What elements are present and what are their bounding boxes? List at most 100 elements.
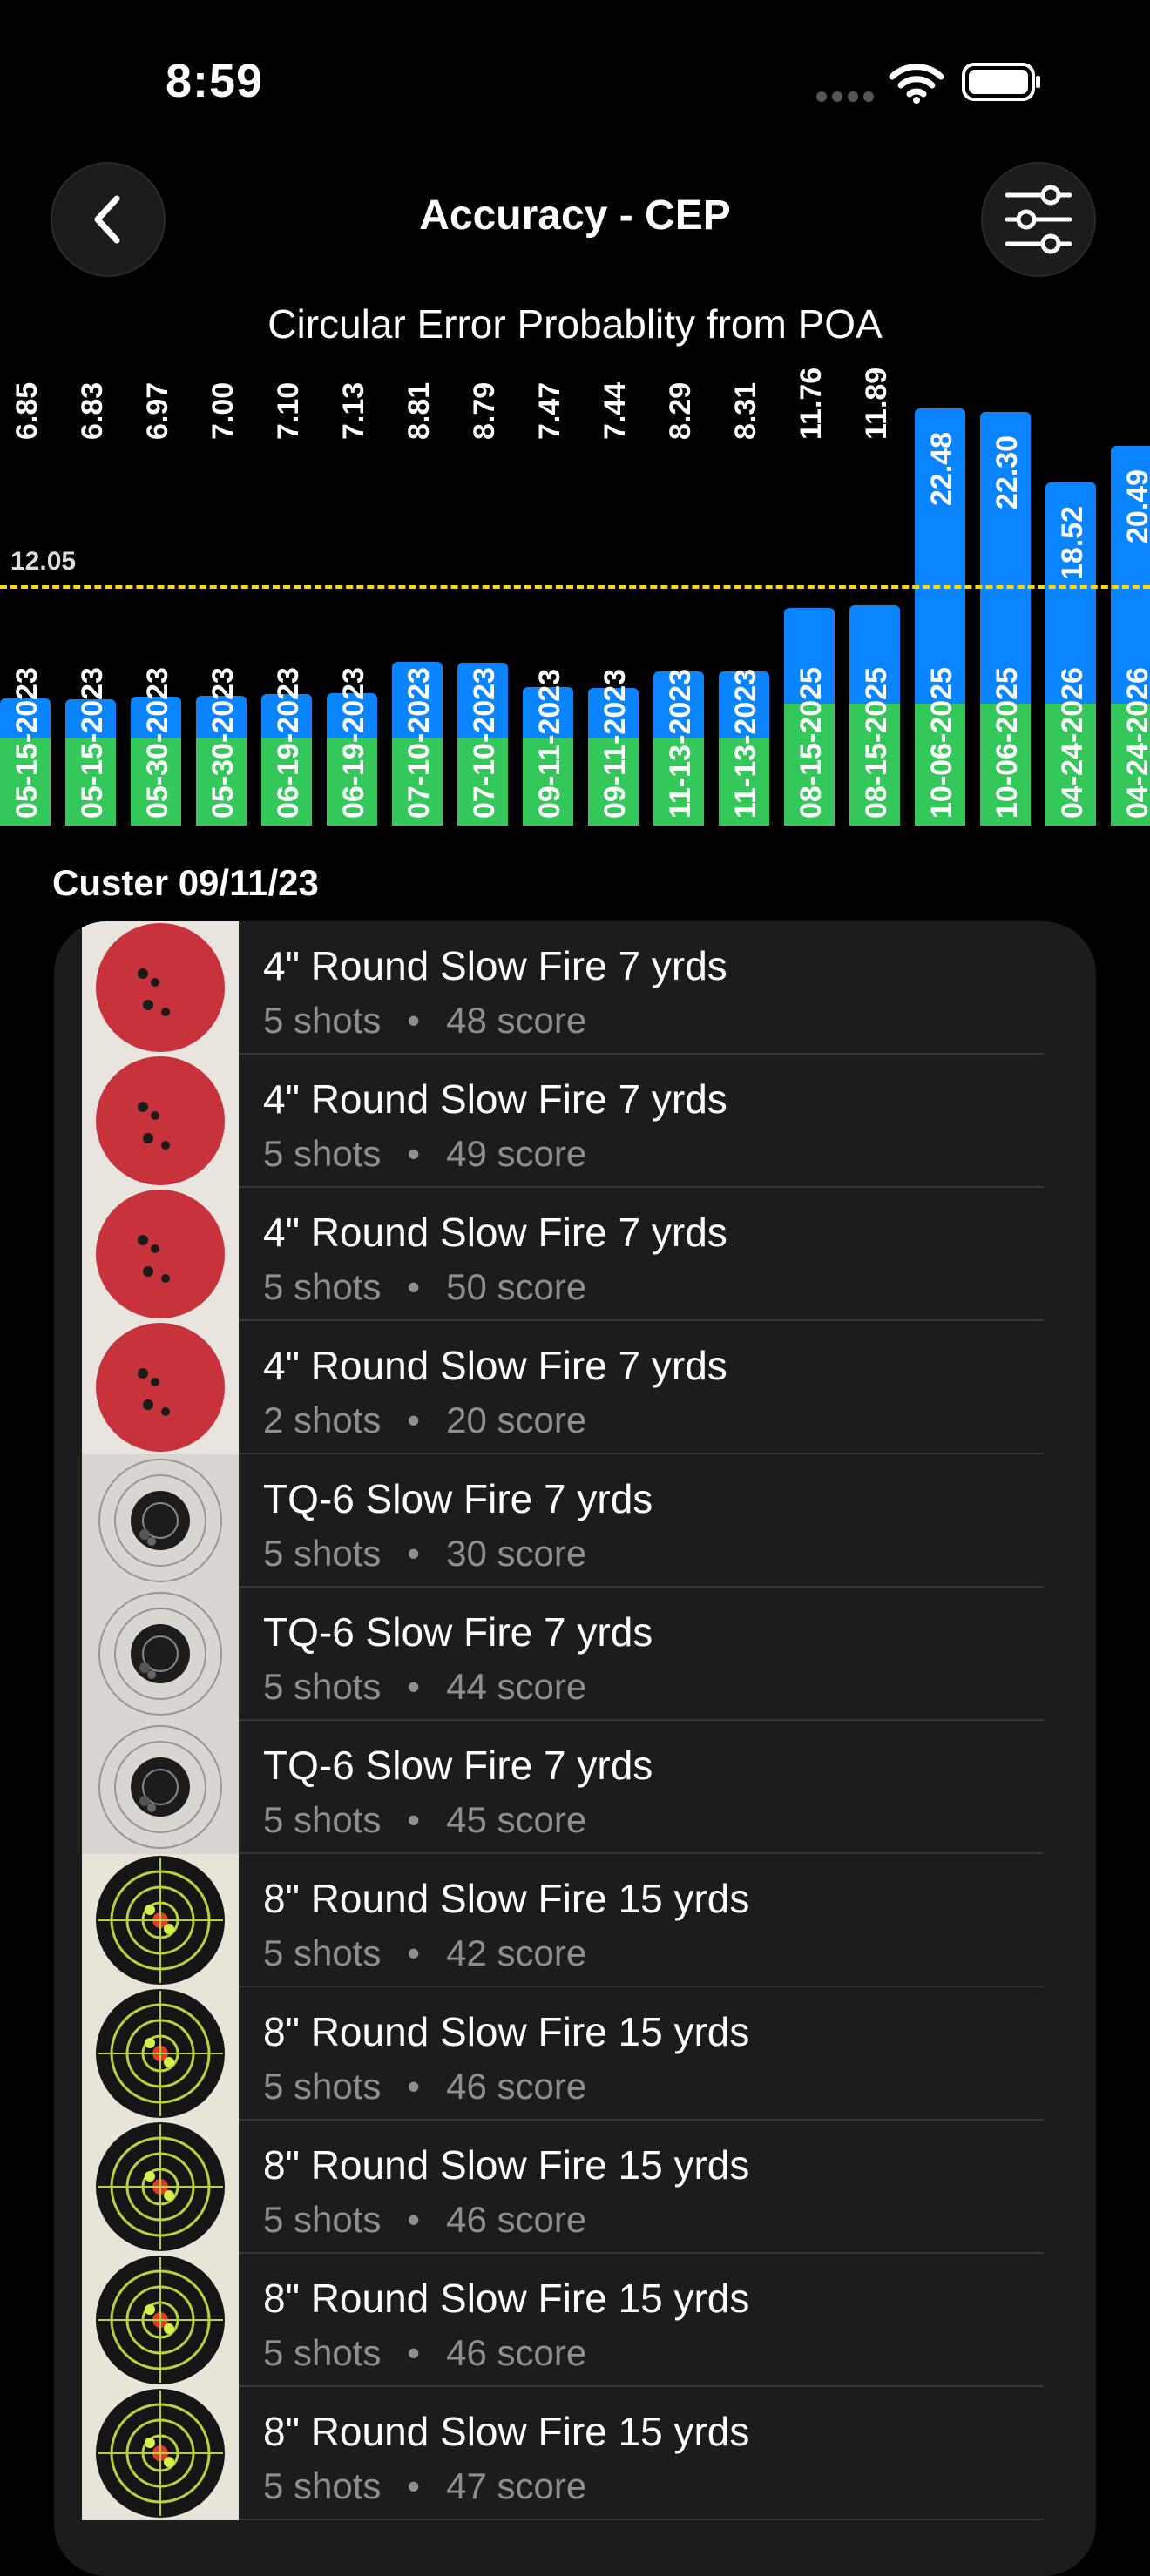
list-item[interactable]: 8" Round Slow Fire 15 yrds 5 shots • 42 sco… bbox=[54, 1854, 1096, 1987]
bar-date-label: 05-30-2023 bbox=[206, 667, 240, 819]
bar: 7.10 06-19-2023 bbox=[261, 300, 312, 826]
list-item[interactable]: 8" Round Slow Fire 15 yrds 5 shots • 46 sco… bbox=[54, 2254, 1096, 2387]
session-subtitle: 5 shots • 46 score bbox=[263, 2199, 586, 2241]
target-thumbnail bbox=[82, 2254, 239, 2387]
bar-value-label: 8.29 bbox=[664, 381, 697, 440]
bar: 11.76 08-15-2025 bbox=[784, 300, 835, 826]
target-thumbnail bbox=[82, 1321, 239, 1454]
session-title: 4" Round Slow Fire 7 yrds bbox=[263, 943, 727, 988]
bar-value-label: 11.89 bbox=[860, 367, 893, 440]
separator-dot: • bbox=[407, 1666, 421, 1707]
bar: 20.49 04-24-2026 bbox=[1111, 300, 1150, 826]
score-value: 20 score bbox=[446, 1399, 587, 1440]
bar: 8.79 07-10-2023 bbox=[457, 300, 508, 826]
bar-value-label: 6.97 bbox=[141, 381, 174, 440]
bar-value-label: 7.00 bbox=[206, 381, 240, 440]
bar-value-label: 7.10 bbox=[272, 381, 305, 440]
bar-date-label: 11-13-2023 bbox=[729, 668, 762, 819]
separator-dot: • bbox=[407, 2199, 421, 2240]
row-divider bbox=[239, 2519, 1044, 2520]
bar: 6.97 05-30-2023 bbox=[131, 300, 181, 826]
shot-count: 5 shots bbox=[263, 1932, 382, 1973]
score-value: 44 score bbox=[446, 1666, 587, 1707]
shot-count: 5 shots bbox=[263, 1799, 382, 1840]
bar-value-label: 22.30 bbox=[991, 435, 1024, 510]
bar-date-label: 05-15-2023 bbox=[10, 667, 44, 819]
list-item[interactable]: 4" Round Slow Fire 7 yrds 5 shots • 48 scor… bbox=[54, 921, 1096, 1055]
shot-count: 5 shots bbox=[263, 2465, 382, 2506]
target-thumbnail bbox=[82, 1188, 239, 1321]
bar-value-label: 6.85 bbox=[10, 381, 44, 440]
score-value: 42 score bbox=[446, 1932, 587, 1973]
bar-value-label: 11.76 bbox=[795, 367, 828, 440]
list-item[interactable]: TQ-6 Slow Fire 7 yrds 5 shots • 30 score bbox=[54, 1454, 1096, 1588]
bar: 7.44 09-11-2023 bbox=[588, 300, 639, 826]
list-item[interactable]: 4" Round Slow Fire 7 yrds 5 shots • 49 scor… bbox=[54, 1055, 1096, 1188]
score-value: 47 score bbox=[446, 2465, 587, 2506]
bar-value-label: 8.79 bbox=[468, 381, 501, 440]
bar-value-label: 8.31 bbox=[729, 381, 762, 440]
bar-date-label: 06-19-2023 bbox=[272, 667, 305, 819]
session-subtitle: 5 shots • 42 score bbox=[263, 1932, 586, 1974]
bar-value-label: 7.47 bbox=[533, 381, 566, 440]
list-item[interactable]: 8" Round Slow Fire 15 yrds 5 shots • 47 sco… bbox=[54, 2387, 1096, 2520]
session-subtitle: 5 shots • 30 score bbox=[263, 1533, 586, 1575]
separator-dot: • bbox=[407, 1533, 421, 1574]
score-value: 50 score bbox=[446, 1266, 587, 1307]
bar-date-label: 05-15-2023 bbox=[76, 667, 109, 819]
session-subtitle: 5 shots • 46 score bbox=[263, 2332, 586, 2374]
session-subtitle: 5 shots • 46 score bbox=[263, 2066, 586, 2107]
list-item[interactable]: 4" Round Slow Fire 7 yrds 2 shots • 20 scor… bbox=[54, 1321, 1096, 1454]
list-item[interactable]: 8" Round Slow Fire 15 yrds 5 shots • 46 sco… bbox=[54, 1987, 1096, 2121]
bar-value-label: 20.49 bbox=[1121, 469, 1150, 543]
session-subtitle: 5 shots • 44 score bbox=[263, 1666, 586, 1708]
cep-chart: Circular Error Probablity from POA 6.85 0… bbox=[0, 300, 1150, 832]
shot-count: 5 shots bbox=[263, 1000, 382, 1041]
score-value: 45 score bbox=[446, 1799, 587, 1840]
separator-dot: • bbox=[407, 1399, 421, 1440]
list-item[interactable]: TQ-6 Slow Fire 7 yrds 5 shots • 45 score bbox=[54, 1721, 1096, 1854]
filter-button[interactable] bbox=[981, 162, 1096, 277]
bar: 22.48 10-06-2025 bbox=[915, 300, 965, 826]
session-title: TQ-6 Slow Fire 7 yrds bbox=[263, 1609, 653, 1655]
wifi-icon bbox=[889, 64, 944, 104]
bar-date-label: 06-19-2023 bbox=[337, 667, 370, 819]
list-item[interactable]: TQ-6 Slow Fire 7 yrds 5 shots • 44 score bbox=[54, 1588, 1096, 1721]
bar-value-label: 22.48 bbox=[925, 432, 958, 507]
bar-date-label: 09-11-2023 bbox=[533, 668, 566, 819]
section-title: Custer 09/11/23 bbox=[52, 862, 319, 903]
separator-dot: • bbox=[407, 1932, 421, 1973]
bar-date-label: 05-30-2023 bbox=[141, 667, 174, 819]
score-value: 49 score bbox=[446, 1133, 587, 1174]
shot-count: 5 shots bbox=[263, 2199, 382, 2240]
page-title: Accuracy - CEP bbox=[419, 192, 731, 239]
bar-value-label: 7.44 bbox=[599, 381, 632, 440]
bar-date-label: 11-13-2023 bbox=[664, 668, 697, 819]
status-time: 8:59 bbox=[166, 55, 264, 107]
session-title: TQ-6 Slow Fire 7 yrds bbox=[263, 1743, 653, 1788]
bar-date-label: 10-06-2025 bbox=[925, 667, 958, 819]
shot-count: 2 shots bbox=[263, 1399, 382, 1440]
bar: 7.13 06-19-2023 bbox=[327, 300, 377, 826]
shot-count: 5 shots bbox=[263, 1266, 382, 1307]
battery-icon bbox=[962, 63, 1040, 101]
session-title: 8" Round Slow Fire 15 yrds bbox=[263, 2276, 750, 2321]
list-item[interactable]: 4" Round Slow Fire 7 yrds 5 shots • 50 scor… bbox=[54, 1188, 1096, 1321]
separator-dot: • bbox=[407, 1266, 421, 1307]
target-thumbnail bbox=[82, 1588, 239, 1721]
bar-value-label: 18.52 bbox=[1056, 505, 1089, 580]
session-title: 8" Round Slow Fire 15 yrds bbox=[263, 2409, 750, 2454]
list-item[interactable]: 8" Round Slow Fire 15 yrds 5 shots • 46 sco… bbox=[54, 2121, 1096, 2254]
session-subtitle: 5 shots • 48 score bbox=[263, 1000, 586, 1042]
score-value: 46 score bbox=[446, 2199, 587, 2240]
bar: 18.52 04-24-2026 bbox=[1045, 300, 1096, 826]
target-thumbnail bbox=[82, 2387, 239, 2520]
status-bar: 8:59 bbox=[0, 0, 1150, 165]
bar: 22.30 10-06-2025 bbox=[980, 300, 1031, 826]
bar-date-label: 10-06-2025 bbox=[991, 667, 1024, 819]
bar: 8.81 07-10-2023 bbox=[392, 300, 443, 826]
score-value: 30 score bbox=[446, 1533, 587, 1574]
bar-date-label: 04-24-2026 bbox=[1056, 667, 1089, 819]
separator-dot: • bbox=[407, 2465, 421, 2506]
target-thumbnail bbox=[82, 2121, 239, 2254]
